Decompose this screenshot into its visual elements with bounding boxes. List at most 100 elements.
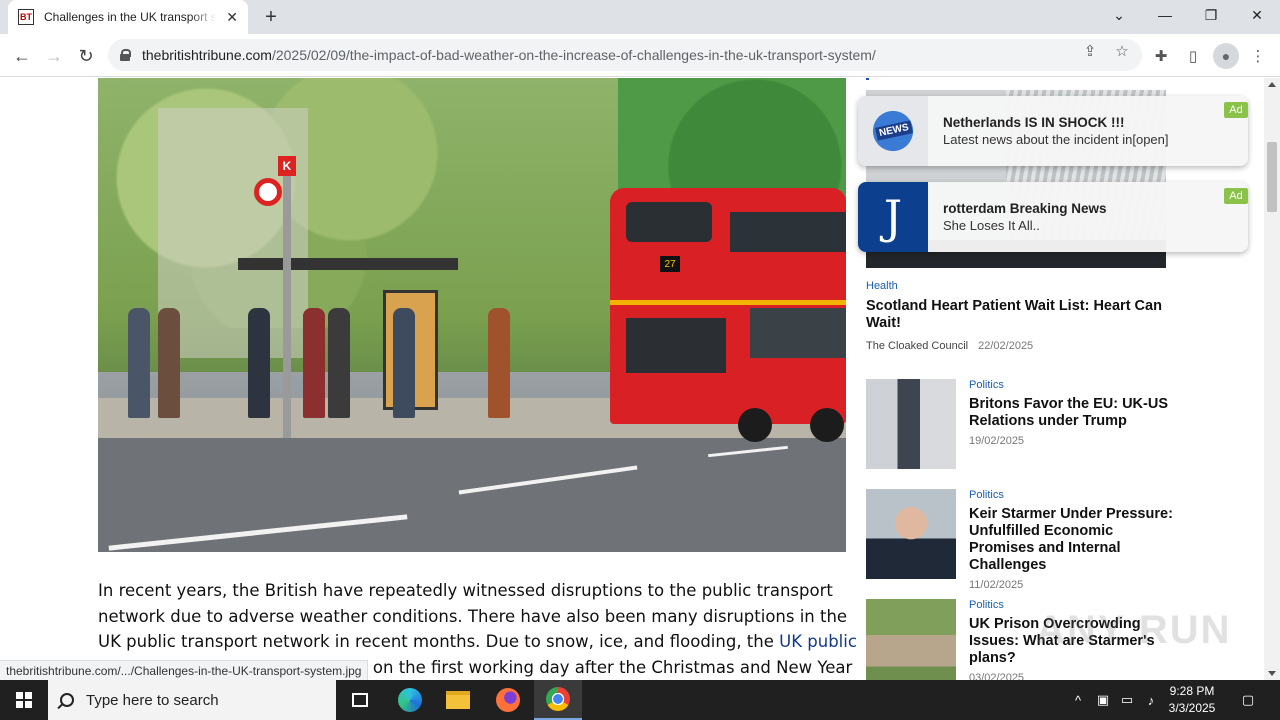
article-hero-image[interactable]: K 27 (98, 78, 846, 552)
person (488, 308, 510, 418)
browser-toolbar: ← → ↻ thebritishtribune.com/2025/02/09/t… (0, 34, 1280, 77)
ad-logo-text: J (883, 190, 903, 244)
restore-button[interactable]: ❐ (1188, 0, 1234, 30)
chrome-icon[interactable] (534, 680, 582, 720)
bus-window (730, 212, 846, 252)
tab-strip: BT Challenges in the UK transport system… (0, 0, 1280, 34)
person (328, 308, 350, 418)
menu-kebab-icon[interactable]: ⋮ (1245, 43, 1271, 69)
clock-time: 9:28 PM (1169, 684, 1215, 698)
volume-icon[interactable]: ♪ (1140, 680, 1162, 720)
post-thumbnail[interactable] (866, 379, 956, 469)
file-explorer-icon[interactable] (434, 680, 482, 720)
post-date: 03/02/2025 (969, 672, 1025, 680)
taskbar-search-placeholder: Type here to search (86, 691, 219, 709)
double-decker-bus: 27 (610, 188, 846, 424)
tab-close-icon[interactable]: ✕ (226, 9, 238, 26)
start-button[interactable] (0, 680, 48, 720)
ad-headline[interactable]: rotterdam Breaking News (943, 201, 1107, 216)
edge-icon[interactable] (386, 680, 434, 720)
post-author[interactable]: The Cloaked Council (866, 340, 968, 352)
bus-window (750, 308, 846, 358)
site-favicon-icon: BT (18, 9, 34, 25)
scrollbar-thumb[interactable] (1267, 142, 1277, 212)
section-marker (866, 78, 869, 80)
tab-search-button[interactable]: ⌄ (1096, 0, 1142, 30)
task-view-icon[interactable] (336, 680, 384, 720)
post-meta: The Cloaked Council 22/02/2025 (866, 340, 1166, 352)
post-date: 22/02/2025 (978, 340, 1034, 352)
person (303, 308, 325, 418)
anyrun-watermark: ANY RUN (1036, 608, 1232, 652)
bus-wheel (738, 408, 772, 442)
ad-badge: Ad (1224, 102, 1248, 118)
article-text: In recent years, the British have repeat… (98, 581, 848, 651)
windows-logo-icon (16, 692, 32, 708)
bookmark-star-icon[interactable]: ☆ (1112, 41, 1132, 61)
bus-stop-letter: K (278, 156, 296, 176)
post-date: 19/02/2025 (969, 435, 1025, 447)
share-icon[interactable]: ⇪ (1080, 41, 1100, 61)
reload-button[interactable]: ↻ (72, 42, 100, 70)
person (248, 308, 270, 418)
post-thumbnail[interactable] (866, 599, 956, 680)
post-category[interactable]: Politics (969, 379, 1174, 391)
taskbar-clock[interactable]: 9:28 PM 3/3/2025 (1160, 683, 1224, 717)
extensions-icon[interactable]: ✚ (1148, 43, 1174, 69)
ad-card-netherlands[interactable]: NEWS Netherlands IS IN SHOCK !!! Latest … (858, 96, 1248, 166)
bus-window (626, 202, 712, 242)
tray-device-icon[interactable]: ▣ (1092, 680, 1114, 720)
address-bar[interactable]: thebritishtribune.com/2025/02/09/the-imp… (108, 39, 1142, 71)
lock-icon[interactable] (120, 49, 131, 61)
j-logo-icon: J (858, 182, 928, 252)
firefox-icon[interactable] (484, 680, 532, 720)
scroll-up-arrow-icon[interactable] (1268, 82, 1276, 87)
ad-subtext[interactable]: She Loses It All.. (943, 218, 1040, 233)
bus-stripe (610, 300, 846, 305)
window-close-button[interactable]: ✕ (1234, 0, 1280, 30)
person (393, 308, 415, 418)
side-panel-icon[interactable]: ▯ (1180, 43, 1206, 69)
list-item: Politics Britons Favor the EU: UK-US Rel… (866, 379, 1176, 471)
tray-overflow-chevron-icon[interactable]: ^ (1068, 680, 1088, 720)
url-path: /2025/02/09/the-impact-of-bad-weather-on… (271, 47, 876, 63)
list-item: Politics Keir Starmer Under Pressure: Un… (866, 489, 1176, 591)
ad-badge: Ad (1224, 188, 1248, 204)
bus-wheel (810, 408, 844, 442)
search-icon (60, 693, 74, 707)
new-tab-button[interactable]: + (258, 4, 284, 30)
bus-route-number: 27 (660, 256, 680, 272)
post-category[interactable]: Health (866, 280, 1166, 292)
tab-title: Challenges in the UK transport system (44, 10, 216, 24)
windows-taskbar: Type here to search ^ ▣ ▭ ♪ 9:28 PM 3/3/… (0, 680, 1280, 720)
notifications-icon[interactable]: ▢ (1236, 680, 1260, 720)
scroll-down-arrow-icon[interactable] (1268, 671, 1276, 676)
bus-window (626, 318, 726, 373)
forward-button[interactable]: → (40, 42, 68, 70)
profile-avatar-icon[interactable]: ● (1213, 43, 1239, 69)
ad-subtext[interactable]: Latest news about the incident in[open] (943, 132, 1169, 147)
feature-post: Health Scotland Heart Patient Wait List:… (866, 280, 1166, 352)
post-title[interactable]: Britons Favor the EU: UK-US Relations un… (969, 396, 1174, 430)
ad-card-rotterdam[interactable]: J rotterdam Breaking News She Loses It A… (858, 182, 1248, 252)
person (128, 308, 150, 418)
post-title[interactable]: Keir Starmer Under Pressure: Unfulfilled… (969, 506, 1174, 574)
network-icon[interactable]: ▭ (1116, 680, 1138, 720)
back-button[interactable]: ← (8, 42, 36, 70)
tab-active[interactable]: BT Challenges in the UK transport system… (8, 0, 248, 34)
clock-date: 3/3/2025 (1168, 701, 1216, 715)
minimize-button[interactable]: — (1142, 0, 1188, 30)
bus-stop-pole (283, 158, 291, 438)
ad-headline[interactable]: Netherlands IS IN SHOCK !!! (943, 115, 1125, 130)
page-viewport: K 27 In recent years, the British have r… (0, 78, 1264, 680)
post-thumbnail[interactable] (866, 489, 956, 579)
post-title[interactable]: Scotland Heart Patient Wait List: Heart … (866, 298, 1166, 332)
news-globe-icon: NEWS (858, 96, 928, 166)
post-date: 11/02/2025 (969, 579, 1024, 591)
url-host: thebritishtribune.com (142, 47, 272, 63)
ad-logo-text: NEWS (875, 120, 913, 141)
page-scrollbar[interactable] (1264, 78, 1280, 680)
post-category[interactable]: Politics (969, 489, 1174, 501)
person (158, 308, 180, 418)
taskbar-search[interactable]: Type here to search (48, 680, 336, 720)
